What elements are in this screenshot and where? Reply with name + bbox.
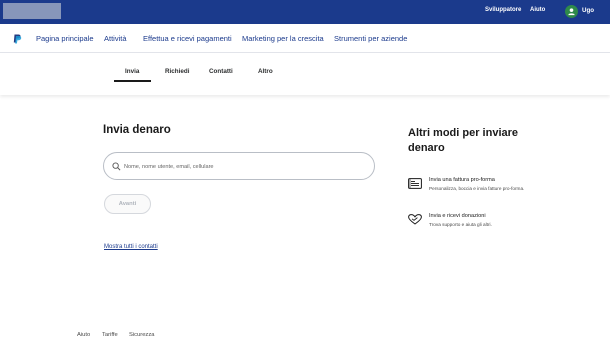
footer-help-link[interactable]: Aiuto [77,332,90,338]
tab-request[interactable]: Richiedi [165,68,190,75]
next-button[interactable]: Avanti [104,194,151,214]
send-tabs: Invia Richiedi Contatti Altro [0,53,610,95]
user-icon [568,8,575,16]
show-all-contacts-link[interactable]: Mostra tutti i contatti [104,244,158,250]
paypal-logo-icon[interactable] [13,34,22,44]
tab-contacts[interactable]: Contatti [209,68,233,75]
donations-option-title: Invia e ricevi donazioni [429,213,486,219]
tab-send[interactable]: Invia [125,68,139,75]
heart-donation-icon [408,214,422,225]
top-bar: Sviluppatore Aiuto Ugo [0,0,610,24]
recipient-search-field[interactable] [103,152,375,180]
nav-home[interactable]: Pagina principale [36,34,94,43]
tab-more[interactable]: Altro [258,68,273,75]
help-link[interactable]: Aiuto [530,7,545,13]
search-input[interactable] [124,160,364,173]
account-name-redacted[interactable] [3,3,61,19]
invoice-icon [408,178,422,189]
nav-marketing[interactable]: Marketing per la crescita [242,34,324,43]
invoice-option-desc: Personalizza, boccia e invia fatture pro… [429,186,525,191]
footer-fees-link[interactable]: Tariffe [102,332,118,338]
nav-payments[interactable]: Effettua e ricevi pagamenti [143,34,232,43]
page-title: Invia denaro [103,124,171,136]
active-tab-indicator [114,80,151,82]
developer-link[interactable]: Sviluppatore [485,7,521,13]
main-navigation: Pagina principale Attività Effettua e ri… [0,24,610,53]
nav-business-tools[interactable]: Strumenti per aziende [334,34,407,43]
invoice-option-title: Invia una fattura pro-forma [429,177,495,183]
donations-option-desc: Trova supporto e aiuta gli altri. [429,222,492,227]
footer-security-link[interactable]: Sicurezza [129,332,154,338]
invoice-option[interactable]: Invia una fattura pro-forma Personalizza… [408,177,548,199]
nav-activity[interactable]: Attività [104,34,127,43]
donations-option[interactable]: Invia e ricevi donazioni Trova supporto … [408,213,548,231]
user-name[interactable]: Ugo [582,7,594,14]
search-icon [112,162,121,171]
user-avatar[interactable] [565,5,578,18]
other-ways-title: Altri modi per inviare denaro [408,127,519,154]
